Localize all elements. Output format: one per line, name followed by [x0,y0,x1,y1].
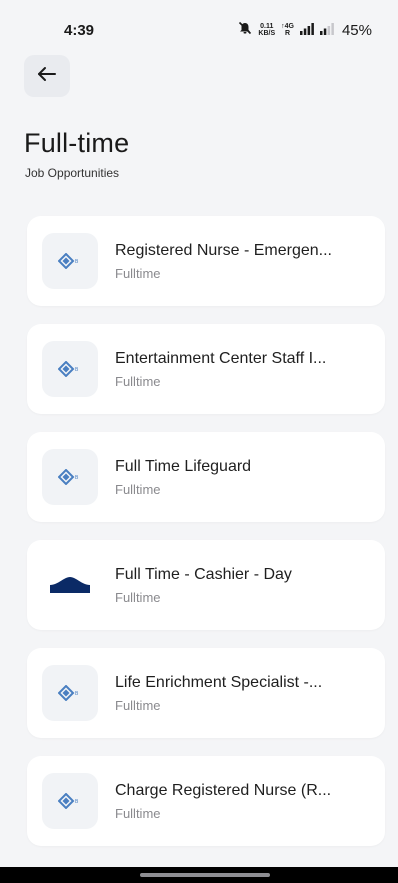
network-type: ↑4G R [281,23,294,37]
job-card[interactable]: B Full Time Lifeguard Fulltime [27,432,385,522]
svg-text:B: B [75,367,79,373]
job-type: Fulltime [115,265,161,281]
net-speed: 0.11 KB/S [258,23,276,37]
company-logo: B [42,773,98,829]
job-card[interactable]: B Entertainment Center Staff I... Fullti… [27,324,385,414]
store-roof-icon [50,577,90,593]
job-title: Charge Registered Nurse (R... [115,781,332,799]
company-diamond-icon: B [58,361,79,377]
company-logo: B [42,665,98,721]
job-card[interactable]: B Life Enrichment Specialist -... Fullti… [27,648,385,738]
signal-icon [319,22,336,39]
signal-icon [299,22,314,39]
company-diamond-icon: B [58,793,79,809]
job-card[interactable]: Full Time - Cashier - Day Fulltime [27,540,385,630]
company-logo: B [42,233,98,289]
company-diamond-icon: B [58,685,79,701]
svg-text:B: B [75,259,79,265]
arrow-left-icon [37,66,57,87]
job-type: Fulltime [115,697,161,713]
battery-percentage: 45% [341,21,372,39]
mute-bell-icon [238,21,252,39]
company-diamond-icon: B [58,469,79,485]
status-bar: 4:39 0.11 KB/S ↑4G R 45% [0,0,398,58]
page-title: Full-time [24,128,130,158]
status-time: 4:39 [64,22,95,39]
job-title: Life Enrichment Specialist -... [115,673,323,691]
company-logo [42,557,98,613]
company-logo: B [42,341,98,397]
status-icons: 0.11 KB/S ↑4G R 45% [238,21,372,39]
job-title: Full Time Lifeguard [115,457,252,475]
job-card[interactable]: B Registered Nurse - Emergen... Fulltime [27,216,385,306]
back-button[interactable] [24,55,70,97]
home-indicator[interactable] [140,873,270,877]
svg-text:B: B [75,691,79,697]
job-type: Fulltime [115,481,161,497]
job-title: Registered Nurse - Emergen... [115,241,332,259]
company-logo: B [42,449,98,505]
job-type: Fulltime [115,373,161,389]
svg-text:B: B [75,799,79,805]
page-subtitle: Job Opportunities [25,166,120,180]
system-nav-bar [0,867,398,883]
svg-text:B: B [75,475,79,481]
job-title: Entertainment Center Staff I... [115,349,327,367]
job-title: Full Time - Cashier - Day [115,565,292,583]
company-diamond-icon: B [58,253,79,269]
job-type: Fulltime [115,805,161,821]
job-card[interactable]: B Charge Registered Nurse (R... Fulltime [27,756,385,846]
job-list: B Registered Nurse - Emergen... Fulltime… [27,216,385,864]
job-type: Fulltime [115,589,161,605]
